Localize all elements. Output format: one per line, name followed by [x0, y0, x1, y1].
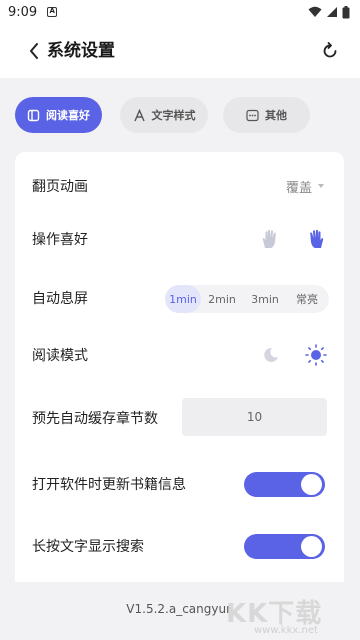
status-time: 9:09	[8, 4, 38, 20]
tab-text-style[interactable]: 文字样式	[120, 97, 208, 133]
tab-other[interactable]: 其他	[223, 97, 310, 133]
book-icon	[27, 109, 40, 122]
signal-icon	[327, 7, 337, 17]
toggle-knob	[301, 474, 322, 495]
tab-label: 阅读喜好	[46, 109, 90, 122]
settings-tabs: 阅读喜好 文字样式 其他	[0, 97, 360, 133]
setting-label: 长按文字显示搜索	[32, 539, 144, 555]
setting-label: 打开软件时更新书籍信息	[32, 477, 186, 493]
right-hand-icon[interactable]	[304, 227, 328, 251]
setting-reading-mode: 阅读模式	[15, 335, 344, 375]
more-dots-icon	[246, 109, 259, 122]
screen-off-option-3min[interactable]: 3min	[243, 285, 287, 313]
tab-label: 其他	[265, 109, 287, 122]
setting-label: 自动息屏	[32, 291, 88, 307]
status-bar: 9:09 A	[0, 0, 360, 24]
screen-off-option-2min[interactable]: 2min	[201, 285, 243, 313]
page-animation-value: 覆盖	[285, 180, 312, 196]
watermark-url: www.kkx.net	[254, 625, 318, 636]
refresh-icon	[323, 42, 337, 58]
settings-card: 翻页动画 覆盖 操作喜好 自动息屏 1min 2min 3min 常亮 阅读模式	[15, 152, 344, 582]
moon-icon[interactable]	[259, 343, 283, 367]
setting-operation-preference: 操作喜好	[15, 219, 344, 259]
page-title: 系统设置	[47, 41, 115, 61]
back-button[interactable]	[22, 39, 46, 63]
screen-off-option-1min[interactable]: 1min	[165, 285, 201, 313]
toggle-knob	[301, 536, 322, 557]
caret-down-icon	[318, 184, 324, 188]
wifi-icon	[308, 6, 322, 17]
letter-a-icon	[133, 108, 146, 122]
battery-icon	[342, 5, 350, 18]
watermark: KK下载 www.kkx.net	[218, 593, 360, 640]
setting-label: 翻页动画	[32, 179, 88, 195]
status-indicators	[308, 5, 350, 19]
left-hand-icon[interactable]	[258, 227, 282, 251]
setting-label: 操作喜好	[32, 232, 88, 248]
setting-label: 阅读模式	[32, 348, 88, 364]
precache-chapters-input[interactable]	[182, 398, 327, 436]
tab-label: 文字样式	[151, 109, 196, 122]
update-on-open-toggle[interactable]	[244, 472, 325, 497]
screen-off-segmented-control: 1min 2min 3min 常亮	[165, 285, 329, 313]
notification-app-icon: A	[47, 7, 58, 17]
chevron-left-icon	[30, 43, 38, 59]
reset-button[interactable]	[318, 39, 342, 63]
long-press-search-toggle[interactable]	[244, 534, 325, 559]
tab-reading-preferences[interactable]: 阅读喜好	[15, 97, 102, 133]
sun-icon[interactable]	[304, 343, 328, 367]
app-header: 系统设置	[0, 24, 360, 78]
page-animation-select[interactable]: 覆盖	[286, 177, 324, 196]
setting-label: 预先自动缓存章节数	[32, 411, 158, 427]
setting-page-animation: 翻页动画 覆盖	[15, 166, 344, 206]
screen-off-option-always-on[interactable]: 常亮	[287, 285, 327, 313]
